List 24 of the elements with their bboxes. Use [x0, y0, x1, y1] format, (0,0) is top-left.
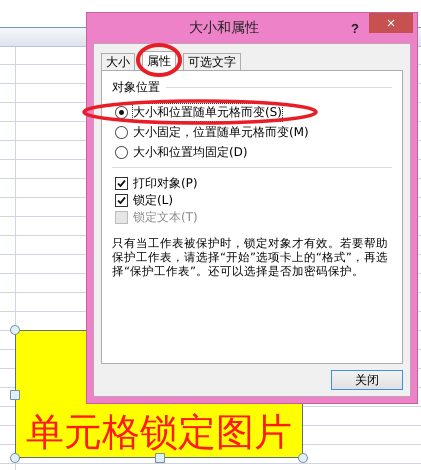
tab[interactable]: 可选文字: [183, 53, 241, 71]
checkbox-label[interactable]: 打印对象(P): [133, 175, 198, 192]
close-dialog-button[interactable]: 关闭: [331, 370, 403, 390]
help-text: 只有当工作表被保护时，锁定对象才有效。若要帮助保护工作表，请选择“开始”选项卡上的“格式”，再选择“保护工作表”。还可以选择是否加密码保护。: [112, 236, 389, 278]
radio-label[interactable]: 大小和位置均固定(D): [133, 144, 248, 160]
radio-button[interactable]: [115, 106, 128, 118]
radio-button[interactable]: [115, 126, 128, 138]
checkbox[interactable]: [115, 177, 128, 190]
checkbox-label[interactable]: 锁定(L): [133, 192, 174, 209]
help-button[interactable]: ?: [341, 15, 369, 41]
section-title: 对象位置: [112, 79, 160, 96]
radio-label[interactable]: 大小固定，位置随单元格而变(M): [133, 124, 309, 140]
resize-handle[interactable]: [10, 325, 20, 335]
tab[interactable]: 大小: [101, 53, 135, 71]
close-button[interactable]: ×: [369, 13, 413, 33]
resize-handle[interactable]: [155, 453, 165, 463]
resize-handle[interactable]: [10, 453, 20, 463]
radio-button[interactable]: [115, 146, 128, 158]
resize-handle[interactable]: [10, 390, 20, 400]
tab[interactable]: 属性: [142, 51, 176, 71]
shape-text: 单元格锁定图片: [26, 410, 292, 454]
checkbox[interactable]: [115, 194, 128, 207]
resize-handle[interactable]: [298, 453, 308, 463]
window-title: 大小和属性: [188, 19, 260, 37]
